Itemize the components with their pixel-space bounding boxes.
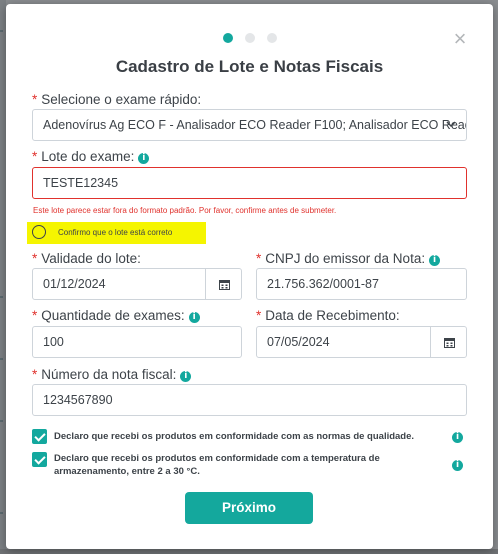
exam-select[interactable]: Adenovírus Ag ECO F - Analisador ECO Rea… (32, 109, 467, 141)
quantity-input[interactable]: 100 (32, 326, 242, 358)
exam-select-value: Adenovírus Ag ECO F - Analisador ECO Rea… (43, 118, 467, 132)
received-label: * Data de Recebimento: (256, 308, 400, 323)
exam-label: * Selecione o exame rápido: (32, 92, 202, 107)
info-icon[interactable]: i (188, 312, 200, 323)
lot-error-message: Este lote parece estar fora do formato p… (33, 206, 337, 215)
background-footer (0, 549, 498, 554)
quantity-label: * Quantidade de exames: i (32, 308, 200, 323)
step-indicator (6, 33, 493, 43)
background-fragment (0, 420, 3, 422)
next-button[interactable]: Próximo (185, 492, 313, 524)
step-dot-active (222, 33, 233, 43)
validity-date-input[interactable]: 01/12/2024 (32, 268, 242, 300)
lot-input[interactable]: TESTE12345 (32, 167, 467, 199)
exam-label-text: Selecione o exame rápido: (41, 92, 202, 107)
info-icon[interactable]: i (429, 255, 441, 266)
calendar-icon[interactable] (205, 269, 241, 299)
info-icon[interactable]: i (452, 432, 463, 443)
quality-declaration-text: Declaro que recebi os produtos em confor… (54, 431, 415, 442)
invoice-label-text: Número da nota fiscal: (41, 367, 177, 382)
info-icon[interactable]: i (138, 153, 150, 164)
validity-label-text: Validade do lote: (41, 251, 141, 266)
lot-confirm-row: Confirmo que o lote está correto (27, 222, 206, 244)
step-dot (244, 33, 255, 43)
received-date-input[interactable]: 07/05/2024 (256, 326, 467, 358)
background-fragment (0, 30, 3, 32)
validity-date-value: 01/12/2024 (43, 277, 106, 291)
lot-confirm-label: Confirmo que o lote está correto (58, 228, 173, 237)
close-icon[interactable]: × (451, 28, 469, 50)
background-fragment (0, 512, 3, 514)
validity-label: * Validade do lote: (32, 251, 141, 266)
invoice-label: * Número da nota fiscal: i (32, 367, 192, 382)
info-icon[interactable]: i (180, 371, 192, 382)
cnpj-label: * CNPJ do emissor da Nota: i (256, 251, 441, 266)
info-icon[interactable]: i (452, 460, 463, 471)
lot-label-text: Lote do exame: (41, 149, 135, 164)
quality-declaration-checkbox[interactable] (32, 429, 47, 444)
cnpj-input-value: 21.756.362/0001-87 (267, 277, 379, 291)
calendar-icon[interactable] (430, 327, 466, 357)
quantity-input-value: 100 (43, 335, 64, 349)
received-label-text: Data de Recebimento: (265, 308, 400, 323)
chevron-down-icon (446, 110, 456, 140)
received-date-value: 07/05/2024 (267, 335, 330, 349)
temperature-declaration-checkbox[interactable] (32, 452, 47, 467)
step-dot (266, 33, 277, 43)
quantity-label-text: Quantidade de exames: (41, 308, 185, 323)
invoice-input[interactable]: 1234567890 (32, 384, 467, 416)
lot-input-value: TESTE12345 (43, 176, 119, 190)
lot-confirm-radio[interactable] (32, 225, 46, 239)
background-fragment (0, 358, 3, 360)
temperature-declaration-text: Declaro que recebi os produtos em confor… (54, 453, 380, 477)
lot-registration-modal: × Cadastro de Lote e Notas Fiscais * Sele… (6, 4, 493, 549)
lot-label: * Lote do exame: i (32, 149, 150, 164)
cnpj-label-text: CNPJ do emissor da Nota: (265, 251, 426, 266)
background-fragment (0, 296, 3, 298)
invoice-input-value: 1234567890 (43, 393, 113, 407)
cnpj-input[interactable]: 21.756.362/0001-87 (256, 268, 467, 300)
modal-title: Cadastro de Lote e Notas Fiscais (115, 57, 384, 76)
